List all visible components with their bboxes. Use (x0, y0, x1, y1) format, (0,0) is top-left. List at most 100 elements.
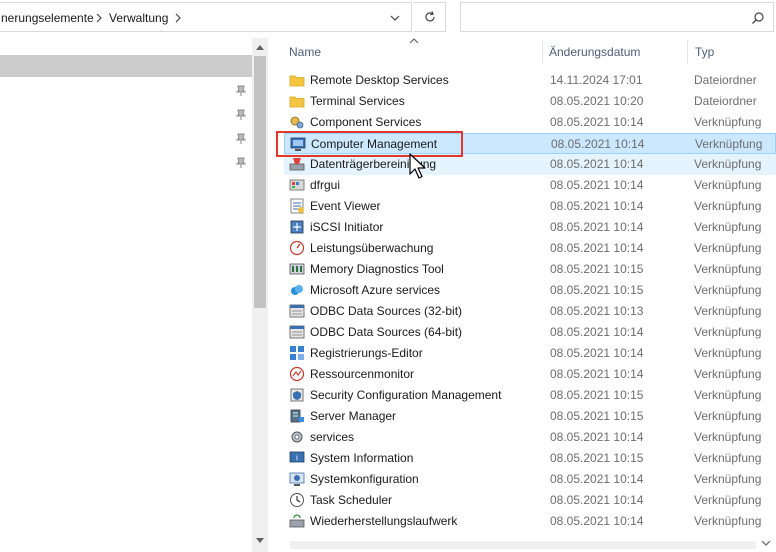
column-divider[interactable] (542, 40, 543, 64)
task-scheduler-icon (290, 493, 304, 507)
file-date: 08.05.2021 10:20 (550, 94, 644, 108)
file-row[interactable]: Wiederherstellungslaufwerk 08.05.2021 10:… (284, 511, 776, 532)
file-type: Verknüpfung (694, 325, 762, 339)
nav-scrollbar[interactable] (252, 38, 268, 552)
pin-icon[interactable] (235, 85, 247, 97)
file-row[interactable]: Systemkonfiguration 08.05.2021 10:14 Verkn… (284, 469, 776, 490)
breadcrumb-item[interactable]: Verwaltung (109, 11, 168, 25)
breadcrumb-item[interactable]: nerungselemente (1, 11, 94, 25)
file-type: Verknüpfung (694, 451, 762, 465)
file-row[interactable]: dfrgui 08.05.2021 10:14 Verknüpfung (284, 175, 776, 196)
registry-editor-icon (290, 346, 304, 360)
search-icon[interactable] (751, 11, 765, 25)
file-row[interactable]: Memory Diagnostics Tool 08.05.2021 10:15 V… (284, 259, 776, 280)
chevron-right-icon[interactable] (174, 12, 182, 24)
file-row[interactable]: Microsoft Azure services 08.05.2021 10:15… (284, 280, 776, 301)
file-type: Verknüpfung (694, 514, 762, 528)
file-row[interactable]: Terminal Services 08.05.2021 10:20 Dateior… (284, 91, 776, 112)
file-name: Wiederherstellungslaufwerk (310, 514, 458, 528)
file-date: 08.05.2021 10:14 (550, 514, 644, 528)
file-date: 08.05.2021 10:14 (551, 137, 645, 151)
file-row[interactable]: Event Viewer 08.05.2021 10:14 Verknüpfung (284, 196, 776, 217)
file-row[interactable]: services 08.05.2021 10:14 Verknüpfung (284, 427, 776, 448)
pin-icon[interactable] (235, 133, 247, 145)
scroll-up-button[interactable] (252, 40, 268, 54)
refresh-button[interactable] (414, 2, 446, 32)
file-date: 14.11.2024 17:01 (550, 73, 643, 87)
disk-cleanup-icon (289, 158, 305, 171)
file-date: 08.05.2021 10:14 (550, 220, 644, 234)
file-name: Registrierungs-Editor (310, 346, 423, 360)
azure-icon (291, 285, 303, 295)
chevron-down-icon (761, 540, 771, 546)
file-type: Verknüpfung (694, 493, 762, 507)
search-box[interactable] (460, 2, 774, 32)
file-type: Verknüpfung (694, 283, 762, 297)
file-date: 08.05.2021 10:14 (550, 199, 644, 213)
address-toolbar: nerungselemente Verwaltung (0, 0, 776, 36)
scroll-down-button[interactable] (252, 534, 268, 548)
horizontal-scrollbar[interactable] (290, 541, 756, 549)
file-row[interactable]: Security Configuration Management 08.05.2… (284, 385, 776, 406)
file-type: Verknüpfung (694, 178, 762, 192)
file-row[interactable]: Computer Management 08.05.2021 10:14 Verkn… (284, 133, 776, 154)
file-row[interactable]: Server Manager 08.05.2021 10:15 Verknüpfun… (284, 406, 776, 427)
file-date: 08.05.2021 10:14 (550, 157, 644, 171)
memory-diagnostics-icon (289, 263, 305, 275)
file-type: Verknüpfung (694, 304, 762, 318)
file-name: Leistungsüberwachung (310, 241, 434, 255)
file-name: iSCSI Initiator (310, 220, 384, 234)
scroll-down-button[interactable] (758, 536, 774, 550)
navigation-pane (0, 38, 268, 552)
caret-up-icon (256, 45, 264, 50)
address-bar[interactable]: nerungselemente Verwaltung (0, 2, 412, 32)
refresh-icon (424, 11, 435, 22)
file-row[interactable]: Ressourcenmonitor 08.05.2021 10:14 Verknüp… (284, 364, 776, 385)
file-date: 08.05.2021 10:14 (550, 367, 644, 381)
file-row[interactable]: iSCSI Initiator 08.05.2021 10:14 Verknüpfu… (284, 217, 776, 238)
chevron-right-icon[interactable] (95, 12, 103, 24)
file-row[interactable]: ODBC Data Sources (32-bit) 08.05.2021 10:… (284, 301, 776, 322)
column-header-name[interactable]: Name (289, 38, 321, 66)
nav-item-selected[interactable] (0, 55, 252, 77)
recovery-drive-icon (289, 514, 305, 528)
file-row[interactable]: Task Scheduler 08.05.2021 10:14 Verknüpfun… (284, 490, 776, 511)
iscsi-icon (290, 220, 304, 234)
pin-icon[interactable] (235, 109, 247, 121)
file-name: Computer Management (311, 137, 438, 151)
resource-monitor-icon (289, 366, 305, 382)
file-type: Dateiordner (694, 73, 757, 87)
file-type: Verknüpfung (694, 367, 762, 381)
column-header-type[interactable]: Typ (695, 38, 714, 66)
file-row[interactable]: Component Services 08.05.2021 10:14 Verknü… (284, 112, 776, 133)
file-row[interactable]: ODBC Data Sources (64-bit) 08.05.2021 10:… (284, 322, 776, 343)
file-name: Ressourcenmonitor (310, 367, 415, 381)
file-row[interactable]: Remote Desktop Services 14.11.2024 17:01 D… (284, 70, 776, 91)
search-input[interactable] (467, 9, 737, 27)
file-type: Verknüpfung (694, 388, 762, 402)
file-list: Name Änderungsdatum Typ Remote Desktop S… (270, 38, 776, 552)
file-row[interactable]: Registrierungs-Editor 08.05.2021 10:14 Ver… (284, 343, 776, 364)
file-date: 08.05.2021 10:14 (550, 325, 644, 339)
column-header-date[interactable]: Änderungsdatum (549, 38, 640, 66)
column-divider[interactable] (687, 40, 688, 64)
file-name: Systemkonfiguration (310, 472, 419, 486)
server-manager-icon (290, 409, 304, 423)
file-name: Component Services (310, 115, 422, 129)
pin-icon[interactable] (235, 157, 247, 169)
file-date: 08.05.2021 10:13 (550, 304, 644, 318)
file-row[interactable]: Leistungsüberwachung 08.05.2021 10:14 Verk… (284, 238, 776, 259)
svg-text:i: i (296, 454, 298, 463)
folder-icon (289, 96, 305, 108)
file-type: Verknüpfung (694, 220, 762, 234)
file-name: ODBC Data Sources (64-bit) (310, 325, 463, 339)
file-name: Memory Diagnostics Tool (310, 262, 444, 276)
file-name: Security Configuration Management (310, 388, 502, 402)
caret-down-icon (256, 538, 264, 543)
file-date: 08.05.2021 10:15 (550, 283, 644, 297)
chevron-down-icon[interactable] (387, 11, 403, 25)
scroll-thumb[interactable] (254, 56, 266, 308)
file-type: Dateiordner (694, 94, 757, 108)
file-row[interactable]: i System Information 08.05.2021 10:15 Verkn… (284, 448, 776, 469)
file-row[interactable]: Datenträgerbereinigung 08.05.2021 10:14 Ve… (284, 154, 776, 175)
